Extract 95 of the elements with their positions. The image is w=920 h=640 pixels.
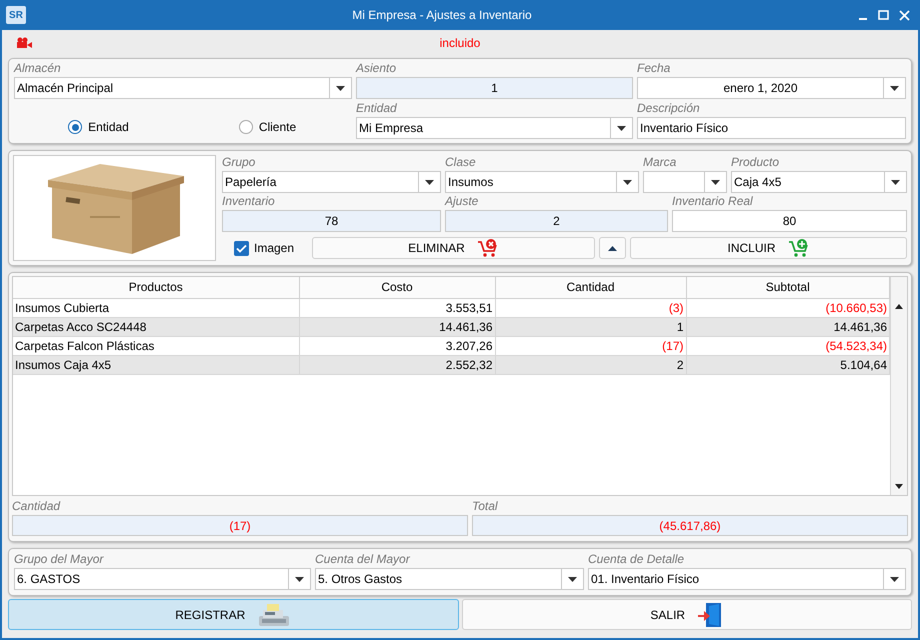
field-label: Inventario xyxy=(222,194,276,210)
dropdown-caret-icon xyxy=(623,180,632,184)
image-checkbox[interactable]: Imagen xyxy=(222,239,308,257)
up-arrow-icon xyxy=(608,246,617,250)
dropdown-field[interactable]: Papelería xyxy=(222,171,441,193)
field-label: Cantidad xyxy=(12,499,62,515)
table-cell: Insumos Cubierta xyxy=(13,298,299,317)
maximize-icon[interactable] xyxy=(878,10,889,20)
field-label: Total xyxy=(472,499,499,515)
dropdown-caret-icon xyxy=(617,126,626,130)
dropdown-field[interactable]: 01. Inventario Físico xyxy=(588,568,906,590)
table-cell: (3) xyxy=(495,298,686,317)
field-value: 5. Otros Gastos xyxy=(317,571,404,588)
table-cell: 14.461,36 xyxy=(686,317,890,336)
exit-button[interactable]: SALIR xyxy=(462,599,912,630)
dropdown-field[interactable]: Mi Empresa xyxy=(356,117,633,139)
total-field: (17) xyxy=(12,515,468,536)
table-cell: Carpetas Acco SC24448 xyxy=(13,317,299,336)
column-header[interactable]: Cantidad xyxy=(495,277,686,298)
field-label: Cuenta de Detalle xyxy=(588,552,686,568)
table-cell: 2.552,32 xyxy=(299,355,495,374)
field-value: 01. Inventario Físico xyxy=(590,571,700,588)
table-cell: (17) xyxy=(495,336,686,355)
field-label: Inventario Real xyxy=(672,194,754,210)
cart-remove-icon xyxy=(476,238,499,258)
field-value: Mi Empresa xyxy=(358,120,424,137)
exit-door-icon xyxy=(697,602,724,628)
column-header[interactable]: Costo xyxy=(299,277,495,298)
field-label: Almacén xyxy=(14,61,62,77)
field-value: enero 1, 2020 xyxy=(722,80,799,97)
input-field[interactable]: 80 xyxy=(672,210,907,232)
remove-button[interactable]: ELIMINAR xyxy=(312,237,595,259)
dropdown-caret-icon xyxy=(568,576,577,582)
field-label: Grupo xyxy=(222,155,256,171)
field-value: Papelería xyxy=(224,174,278,191)
dropdown-caret-icon xyxy=(711,180,720,184)
dropdown-caret-icon xyxy=(425,180,434,184)
field-label: Cuenta del Mayor xyxy=(315,552,412,568)
dropdown-field[interactable]: Almacén Principal xyxy=(14,77,352,99)
dropdown-caret-icon xyxy=(336,86,345,90)
dropdown-field[interactable]: enero 1, 2020 xyxy=(637,77,906,99)
dropdown-caret-icon xyxy=(890,576,899,582)
table-cell: (54.523,34) xyxy=(686,336,890,355)
dropdown-field[interactable]: 6. GASTOS xyxy=(14,568,311,590)
app-logo: SR xyxy=(6,6,26,24)
field-value: Insumos xyxy=(447,174,494,191)
table-cell: 14.461,36 xyxy=(299,317,495,336)
close-icon[interactable] xyxy=(899,10,910,20)
scroll-down-icon xyxy=(895,484,903,489)
table-cell: 2 xyxy=(495,355,686,374)
dropdown-field[interactable]: Insumos xyxy=(445,171,639,193)
dropdown-caret-icon xyxy=(891,180,900,184)
table-cell: Carpetas Falcon Plásticas xyxy=(13,336,299,355)
readonly-field: 78 xyxy=(222,210,441,232)
dropdown-field[interactable]: 5. Otros Gastos xyxy=(315,568,584,590)
field-label: Clase xyxy=(445,155,477,171)
field-value: Almacén Principal xyxy=(16,80,114,97)
scroll-up-icon xyxy=(895,304,903,309)
video-camera-icon xyxy=(16,37,32,49)
readonly-field: 1 xyxy=(356,77,633,99)
column-header[interactable]: Productos xyxy=(13,277,299,298)
table-cell: (10.660,53) xyxy=(686,298,890,317)
table-cell: 3.553,51 xyxy=(299,298,495,317)
dropdown-field[interactable]: Caja 4x5 xyxy=(731,171,907,193)
field-label: Ajuste xyxy=(445,194,480,210)
cart-add-icon xyxy=(788,238,810,258)
add-button[interactable]: INCLUIR xyxy=(630,237,907,259)
dropdown-caret-icon xyxy=(890,86,899,90)
scrollbar[interactable] xyxy=(890,277,907,495)
field-label: Marca xyxy=(643,155,678,171)
field-value: 6. GASTOS xyxy=(16,571,82,588)
field-label: Fecha xyxy=(637,61,672,77)
window-title: Mi Empresa - Ajustes a Inventario xyxy=(351,7,533,24)
input-field[interactable]: Inventario Físico xyxy=(637,117,906,139)
field-label: Grupo del Mayor xyxy=(14,552,105,568)
radio-option[interactable]: Cliente xyxy=(238,118,296,136)
status-message: incluido xyxy=(440,35,480,52)
table-cell: Insumos Caja 4x5 xyxy=(13,355,299,374)
total-field: (45.617,86) xyxy=(472,515,908,536)
field-label: Entidad xyxy=(356,101,398,117)
table-cell: 3.207,26 xyxy=(299,336,495,355)
dropdown-field[interactable] xyxy=(643,171,727,193)
field-label: Asiento xyxy=(356,61,398,77)
register-button[interactable]: REGISTRAR xyxy=(8,599,458,630)
readonly-field: 2 xyxy=(445,210,668,232)
field-value: Caja 4x5 xyxy=(733,174,782,191)
radio-option[interactable]: Entidad xyxy=(68,118,129,136)
table-cell: 1 xyxy=(495,317,686,336)
column-header[interactable]: Subtotal xyxy=(686,277,890,298)
field-label: Descripción xyxy=(637,101,701,117)
field-label: Producto xyxy=(731,155,780,171)
move-up-button[interactable] xyxy=(599,237,626,259)
cash-register-icon xyxy=(257,602,292,628)
dropdown-caret-icon xyxy=(295,576,304,582)
table-cell: 5.104,64 xyxy=(686,355,890,374)
